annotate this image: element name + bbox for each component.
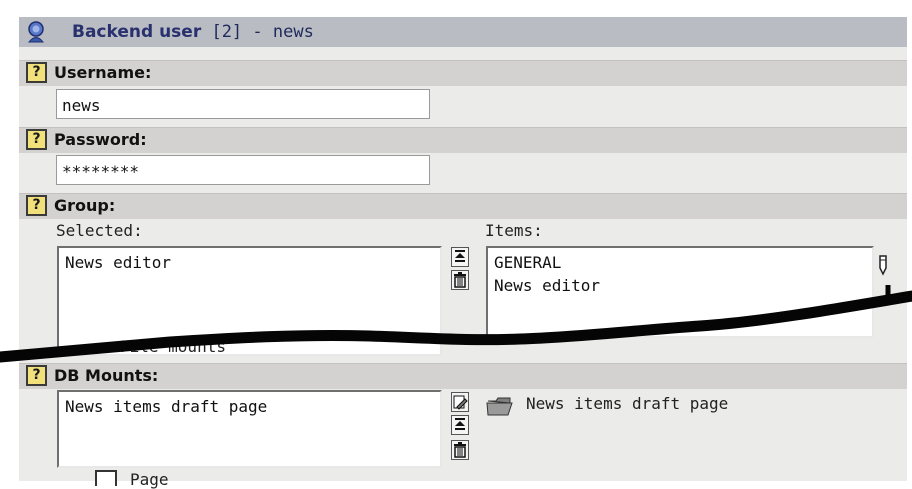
marker-stroke (0, 285, 912, 363)
